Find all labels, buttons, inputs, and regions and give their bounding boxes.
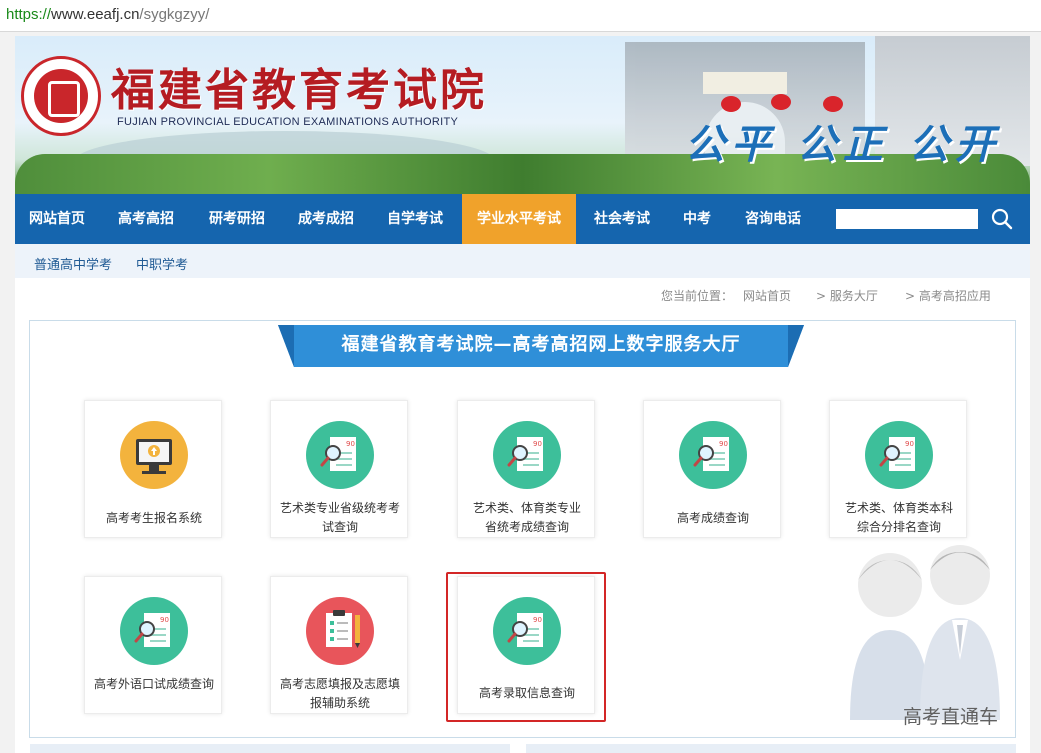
site-subtitle: FUJIAN PROVINCIAL EDUCATION EXAMINATIONS… bbox=[117, 116, 459, 128]
checklist-pencil-icon bbox=[306, 597, 374, 665]
nav-item-yankao[interactable]: 研考研招 bbox=[193, 194, 281, 244]
breadcrumb-gaokao-apps[interactable]: > 高考高招应用 bbox=[905, 287, 991, 304]
search-input[interactable] bbox=[836, 209, 978, 229]
nav-item-home[interactable]: 网站首页 bbox=[15, 194, 99, 244]
lantern-icon bbox=[823, 96, 843, 112]
breadcrumb-service-hall[interactable]: > 服务大厅 bbox=[816, 287, 878, 304]
svg-text:90: 90 bbox=[160, 616, 169, 624]
computer-upload-icon bbox=[120, 421, 188, 489]
search-icon[interactable] bbox=[990, 207, 1014, 231]
card-label: 艺术类、体育类专业 bbox=[472, 501, 581, 515]
svg-text:90: 90 bbox=[346, 440, 355, 448]
nav-item-chengkao[interactable]: 成考成招 bbox=[282, 194, 370, 244]
nav-item-phone[interactable]: 咨询电话 bbox=[729, 194, 817, 244]
nav-item-gaokao[interactable]: 高考高招 bbox=[102, 194, 190, 244]
breadcrumb-prefix: 您当前位置： bbox=[661, 289, 734, 303]
card-label: 高考成绩查询 bbox=[676, 511, 749, 525]
magnifier-document-icon: 90 bbox=[493, 597, 561, 665]
browser-address-bar[interactable]: https://www.eeafj.cn/sygkgzyy/ bbox=[0, 0, 1041, 32]
mascot-illustration bbox=[840, 530, 1030, 720]
nav-item-zhongkao[interactable]: 中考 bbox=[667, 194, 727, 244]
card-label: 高考志愿填报及志愿填 bbox=[279, 677, 400, 691]
card-undergrad-ranking-query[interactable]: 90 艺术类、体育类本科 综合分排名查询 bbox=[829, 400, 967, 538]
magnifier-document-icon: 90 bbox=[120, 597, 188, 665]
nav-item-xueye[interactable]: 学业水平考试 bbox=[462, 194, 576, 244]
site-title[interactable]: 福建省教育考试院 bbox=[111, 54, 487, 118]
svg-text:90: 90 bbox=[533, 440, 542, 448]
card-oral-exam-score-query[interactable]: 90 高考外语口试成绩查询 bbox=[84, 576, 222, 714]
svg-text:90: 90 bbox=[905, 440, 914, 448]
sub-nav: 普通高中学考 中职学考 bbox=[15, 244, 1030, 278]
card-art-sports-score-query[interactable]: 90 艺术类、体育类专业 省统考成绩查询 bbox=[457, 400, 595, 538]
hall-title: 福建省教育考试院—高考高招网上数字服务大厅 bbox=[341, 334, 741, 355]
bottom-section-strip bbox=[30, 744, 510, 753]
card-admission-info-query[interactable]: 90 高考录取信息查询 bbox=[457, 576, 595, 714]
card-label: 艺术类专业省级统考考 bbox=[279, 501, 400, 515]
card-volunteer-filing-system[interactable]: 高考志愿填报及志愿填 报辅助系统 bbox=[270, 576, 408, 714]
address-url[interactable]: https://www.eeafj.cn/sygkgzyy/ bbox=[6, 6, 209, 23]
nav-item-shehui[interactable]: 社会考试 bbox=[578, 194, 666, 244]
card-label-line2: 报辅助系统 bbox=[309, 696, 370, 710]
card-label-line2: 试查询 bbox=[321, 520, 358, 534]
hall-title-ribbon: 福建省教育考试院—高考高招网上数字服务大厅 bbox=[278, 323, 804, 367]
magnifier-document-icon: 90 bbox=[493, 421, 561, 489]
lantern-icon bbox=[721, 96, 741, 112]
lantern-icon bbox=[771, 94, 791, 110]
card-registration-system[interactable]: 高考考生报名系统 bbox=[84, 400, 222, 538]
watermark-text: 高考直通车 bbox=[903, 706, 999, 728]
magnifier-document-icon: 90 bbox=[306, 421, 374, 489]
main-nav: 网站首页 高考高招 研考研招 成考成招 自学考试 学业水平考试 社会考试 中考 … bbox=[15, 194, 1030, 244]
subnav-item-zhongzhi[interactable]: 中职学考 bbox=[136, 254, 188, 273]
logo-seal-icon[interactable] bbox=[21, 56, 101, 136]
nav-item-zixue[interactable]: 自学考试 bbox=[371, 194, 459, 244]
breadcrumb-home[interactable]: 网站首页 bbox=[743, 287, 791, 304]
site-banner: 福建省教育考试院 FUJIAN PROVINCIAL EDUCATION EXA… bbox=[15, 36, 1030, 194]
svg-text:90: 90 bbox=[533, 616, 542, 624]
magnifier-document-icon: 90 bbox=[865, 421, 933, 489]
card-gaokao-score-query[interactable]: 90 高考成绩查询 bbox=[643, 400, 781, 538]
bottom-section-strip bbox=[526, 744, 1016, 753]
card-label: 高考考生报名系统 bbox=[105, 511, 202, 525]
subnav-item-putong[interactable]: 普通高中学考 bbox=[34, 254, 112, 273]
card-label-line2: 省统考成绩查询 bbox=[484, 520, 569, 534]
card-label: 高考录取信息查询 bbox=[478, 686, 575, 700]
card-art-exam-query[interactable]: 90 艺术类专业省级统考考 试查询 bbox=[270, 400, 408, 538]
magnifier-document-icon: 90 bbox=[679, 421, 747, 489]
slogan: 公平 公正 公开 bbox=[685, 121, 1001, 168]
svg-text:90: 90 bbox=[719, 440, 728, 448]
card-label: 艺术类、体育类本科 bbox=[844, 501, 953, 515]
card-label: 高考外语口试成绩查询 bbox=[93, 677, 214, 691]
